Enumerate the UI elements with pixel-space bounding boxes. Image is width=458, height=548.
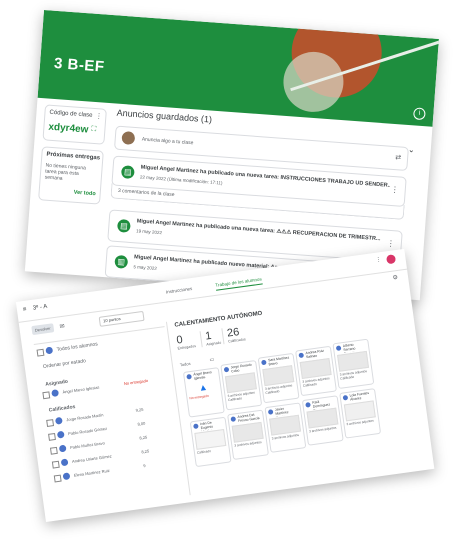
tile-status: No entregado	[189, 393, 209, 401]
info-icon[interactable]: i	[412, 107, 426, 121]
post-date: 22 may 2022 (Última modificación: 17:11)	[139, 174, 223, 186]
submission-tile[interactable]: Andrea Ruiz Salinas 3 archivos adjuntos …	[295, 345, 337, 397]
stat-label: Calificados	[227, 337, 246, 344]
mail-icon[interactable]: ✉	[59, 323, 65, 331]
upcoming-card: Próximas entregas No tienes ninguna tare…	[38, 146, 104, 205]
student-checkbox[interactable]	[46, 419, 55, 427]
student-work-screenshot: ≡ 3º - A Instrucciones Trabajo de los al…	[15, 248, 435, 523]
student-status: No entregado	[123, 377, 149, 387]
stat-label: Asignado	[206, 340, 222, 347]
student-avatar	[60, 458, 69, 467]
student-checkbox[interactable]	[49, 446, 58, 455]
submission-tile[interactable]: Raúl Domínguez Ramos 3 archivos adjuntos	[301, 395, 344, 446]
post-title: Miguel Angel Martinez ha publicado una n…	[136, 218, 381, 243]
material-icon: ▥	[114, 254, 129, 269]
class-code-label: Código de clase	[49, 109, 93, 119]
group-avatar	[45, 346, 54, 355]
repost-icon[interactable]: ⇄	[395, 153, 401, 161]
student-avatar	[54, 416, 63, 425]
stat-graded: 26 Calificados	[221, 325, 246, 345]
assignment-icon: ▤	[116, 218, 131, 233]
sort-select[interactable]: Ordenar por estado	[43, 358, 87, 370]
student-avatar	[62, 472, 71, 481]
submission-tile[interactable]: Iván De Eugenio Martínez Calificado	[189, 416, 232, 468]
compose-placeholder: Anuncia algo a tu clase	[141, 136, 194, 147]
upcoming-empty-text: No tienes ninguna tarea para esta semana	[44, 162, 87, 182]
more-icon[interactable]: ⋮	[387, 239, 396, 249]
select-all-checkbox[interactable]	[36, 348, 45, 357]
class-title: 3 B-EF	[53, 54, 106, 76]
gear-icon[interactable]: ⚙	[392, 274, 398, 282]
avatar[interactable]	[385, 254, 397, 265]
post-date: 19 may 2022	[135, 228, 163, 236]
student-checkbox[interactable]	[48, 432, 56, 441]
student-name[interactable]: Pablo Muñoz Bravo	[70, 440, 105, 450]
student-grade[interactable]: 9	[143, 463, 146, 468]
submission-tile[interactable]: Ángel Bravo Iglesias ▲ No entregado	[182, 367, 225, 418]
stat-turned-in: 0 Entregados	[176, 332, 196, 351]
class-code-card: Código de clase ⋮ xdyr4ew ⛶	[42, 104, 107, 145]
student-grade[interactable]: 9,25	[135, 407, 143, 413]
submission-tile[interactable]: Jorge Rosado Cobo 3 archivos adjuntos Ca…	[220, 360, 263, 411]
fullscreen-icon[interactable]: ⛶	[91, 126, 96, 134]
student-grade[interactable]: 8,25	[139, 435, 147, 441]
assignment-title: CALENTAMIENTO AUTÓNOMO	[174, 310, 263, 329]
filter-select[interactable]: Todos	[180, 361, 191, 367]
section-assigned: Asignado	[44, 378, 69, 388]
menu-icon[interactable]: ≡	[23, 307, 27, 313]
student-name[interactable]: Pablo Rosado Gómez	[68, 426, 107, 436]
student-checkbox[interactable]	[51, 460, 60, 469]
student-grade[interactable]: 8,00	[137, 421, 145, 427]
tab-student-work[interactable]: Trabajo de los alumnos	[215, 276, 263, 291]
class-code[interactable]: xdyr4ew	[48, 122, 89, 136]
student-avatar	[51, 389, 60, 398]
submission-tile[interactable]: Javier Martínez Castro 3 archivos adjunt…	[264, 402, 307, 453]
section-graded: Calificados	[48, 403, 76, 414]
more-icon[interactable]: ⋮	[95, 112, 103, 120]
points-select[interactable]: 10 puntos	[98, 310, 145, 327]
submission-tile[interactable]: Sara Martínez Bravo 3 archivos adjuntos …	[257, 352, 300, 404]
avatar	[121, 131, 136, 145]
student-avatar	[58, 444, 67, 453]
drive-icon: ▲	[198, 381, 209, 393]
submission-tile[interactable]: Andrea Del Fresno García 3 archivos adju…	[227, 409, 269, 461]
student-name[interactable]: Jorge Rosado Martín	[66, 412, 104, 422]
saved-announcements-title: Anuncios guardados (1)	[116, 107, 213, 125]
all-students-label: Todos los alumnos	[56, 341, 99, 353]
student-name[interactable]: Elena Martínez Ruiz	[74, 468, 110, 478]
more-icon[interactable]: ⋮	[390, 185, 399, 195]
upcoming-title: Próximas entregas	[46, 151, 101, 162]
folder-icon[interactable]: ▭	[209, 357, 215, 364]
chevron-down-icon[interactable]: ⌄	[408, 145, 415, 154]
return-button[interactable]: Devolver	[31, 323, 55, 336]
student-name[interactable]: Ángel Marco Iglesias	[62, 385, 99, 395]
window-title: 3º - A	[32, 303, 48, 312]
post-date: 5 may 2022	[133, 264, 158, 271]
student-checkbox[interactable]	[53, 474, 62, 483]
student-name[interactable]: Andrea Uriarte Gómez	[72, 454, 112, 464]
assignment-icon: ▤	[120, 165, 135, 180]
stat-assigned: 1 Asignado	[199, 328, 222, 348]
view-all-link[interactable]: Ver todo	[73, 190, 95, 198]
student-grade[interactable]: 8,25	[141, 448, 149, 454]
tab-instructions[interactable]: Instrucciones	[166, 286, 193, 295]
student-checkbox[interactable]	[42, 391, 51, 400]
submission-tile[interactable]: Lola Fuentes Álvarez 3 archivos adjuntos	[339, 388, 382, 439]
student-avatar	[56, 430, 65, 439]
comments-count: 3 comentarios de la clase	[117, 187, 175, 199]
submission-tile[interactable]: Alberto Serrano Rosario 3 archivos adjun…	[332, 338, 375, 390]
apps-icon[interactable]: ⋮	[375, 256, 382, 264]
